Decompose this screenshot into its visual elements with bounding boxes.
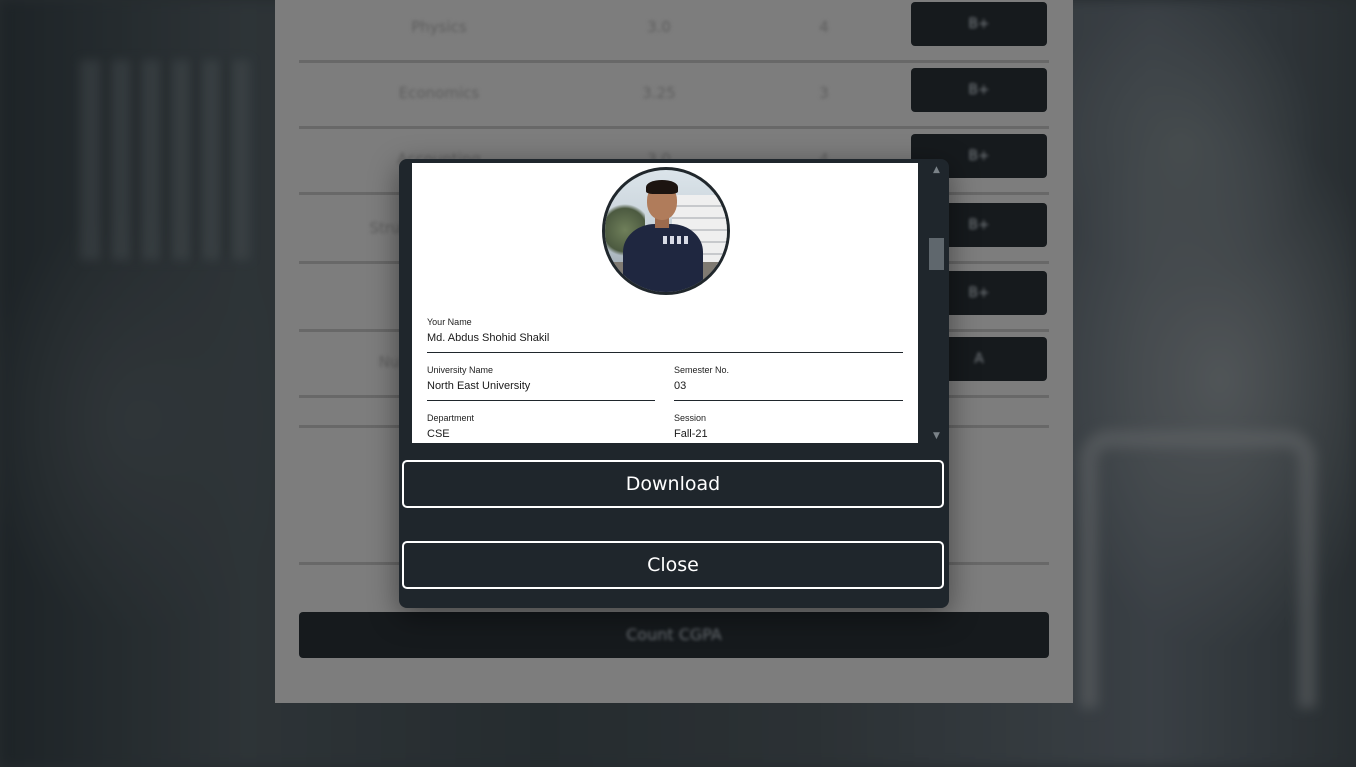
department-field: Department CSE: [427, 413, 655, 443]
grade-select-label: A: [974, 351, 984, 367]
department-label: Department: [427, 413, 475, 423]
grade-select[interactable]: B+: [911, 68, 1047, 112]
grade-select-label: B+: [968, 16, 990, 32]
credit-cell: 3.0: [647, 18, 671, 36]
university-field: University Name North East University: [427, 365, 655, 401]
count-cgpa-label: Count CGPA: [626, 625, 722, 644]
semester-field: Semester No. 03: [674, 365, 903, 401]
credit-cell: 3.25: [642, 84, 676, 102]
university-value: North East University: [427, 380, 531, 392]
name-label: Your Name: [427, 317, 472, 327]
grade-select-label: B+: [968, 285, 990, 301]
session-value: Fall-21: [674, 428, 708, 440]
scrollbar-thumb[interactable]: [929, 238, 944, 270]
photo-shirt-stripe: [663, 236, 689, 244]
semester-label: Semester No.: [674, 365, 730, 375]
subject-cell: Physics: [411, 18, 467, 36]
session-field: Session Fall-21: [674, 413, 903, 443]
scroll-up-icon[interactable]: ▲: [928, 163, 945, 177]
field-underline: [427, 399, 655, 401]
department-value: CSE: [427, 428, 450, 440]
result-sheet-preview[interactable]: Your Name Md. Abdus Shohid Shakil Univer…: [412, 163, 918, 443]
photo-person-hair: [646, 180, 678, 194]
grade-select[interactable]: B+: [911, 2, 1047, 46]
field-underline: [674, 399, 903, 401]
grade-point-cell: 3: [819, 84, 829, 102]
name-field: Your Name Md. Abdus Shohid Shakil: [427, 317, 903, 353]
close-button[interactable]: Close: [402, 541, 944, 589]
count-cgpa-button[interactable]: Count CGPA: [299, 612, 1049, 658]
grade-select-label: B+: [968, 82, 990, 98]
scroll-down-icon[interactable]: ▼: [928, 429, 945, 443]
grade-select-label: B+: [968, 217, 990, 233]
profile-photo: [602, 167, 730, 295]
download-button[interactable]: Download: [402, 460, 944, 508]
grade-point-cell: 4: [819, 18, 829, 36]
session-label: Session: [674, 413, 707, 423]
preview-scrollbar[interactable]: ▲ ▼: [928, 163, 945, 443]
semester-value: 03: [674, 380, 687, 392]
photo-person-body: [623, 224, 703, 292]
subject-cell: Economics: [398, 84, 480, 102]
grade-select-label: B+: [968, 148, 990, 164]
field-underline: [427, 351, 903, 353]
table-row: Physics 3.0 4 B+: [299, 0, 1049, 63]
university-label: University Name: [427, 365, 494, 375]
name-value: Md. Abdus Shohid Shakil: [427, 332, 550, 344]
table-row: Economics 3.25 3 B+: [299, 63, 1049, 129]
